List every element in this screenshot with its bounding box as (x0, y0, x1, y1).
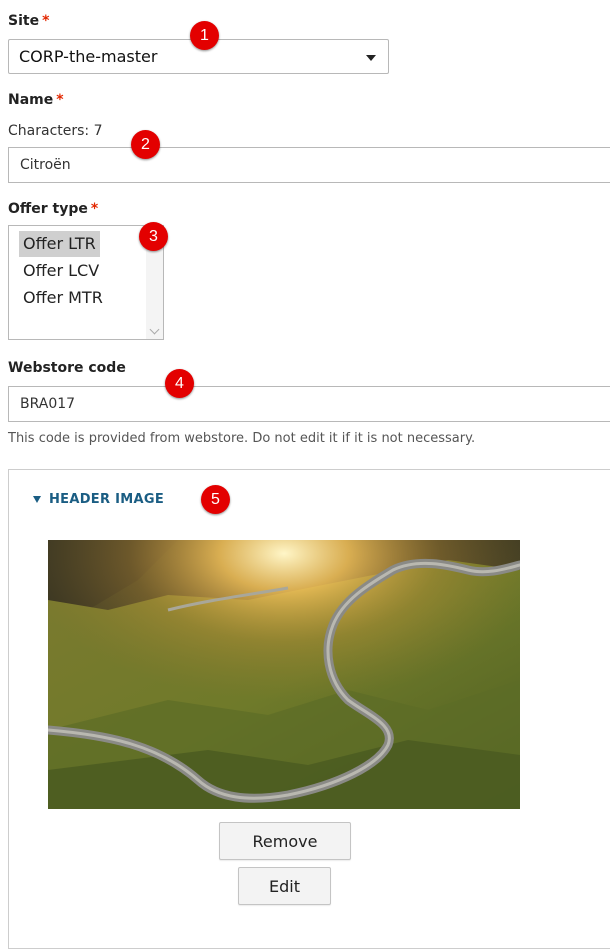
annotation-marker-1: 1 (190, 21, 219, 50)
offer-type-option[interactable]: Offer LCV (19, 258, 103, 284)
webstore-code-value: BRA017 (20, 396, 76, 412)
annotation-marker-4: 4 (165, 369, 194, 398)
character-count: Characters: 7 (8, 123, 103, 139)
offer-type-option[interactable]: Offer MTR (19, 285, 107, 311)
required-asterisk: * (56, 92, 64, 108)
triangle-down-icon (33, 496, 41, 503)
name-input-value: Citroën (20, 157, 71, 173)
header-image-toggle[interactable]: HEADER IMAGE (33, 492, 164, 507)
annotation-marker-5: 5 (201, 485, 230, 514)
annotation-marker-3: 3 (139, 222, 168, 251)
name-label: Name * (8, 92, 64, 108)
offer-type-option[interactable]: Offer LTR (19, 231, 100, 257)
site-select-value: CORP-the-master (19, 47, 158, 66)
offer-type-label: Offer type * (8, 201, 99, 217)
webstore-code-label: Webstore code (8, 360, 126, 376)
required-asterisk: * (42, 13, 50, 29)
webstore-code-description: This code is provided from webstore. Do … (8, 431, 476, 446)
site-label: Site * (8, 13, 50, 29)
chevron-down-icon (366, 55, 376, 61)
name-input[interactable]: Citroën (8, 147, 610, 183)
edit-button[interactable]: Edit (238, 867, 331, 905)
scroll-down-arrow-icon[interactable] (149, 324, 160, 335)
webstore-code-input[interactable]: BRA017 (8, 386, 610, 422)
header-image-thumbnail (48, 540, 520, 809)
remove-button[interactable]: Remove (219, 822, 351, 860)
annotation-marker-2: 2 (131, 130, 160, 159)
required-asterisk: * (90, 201, 99, 217)
